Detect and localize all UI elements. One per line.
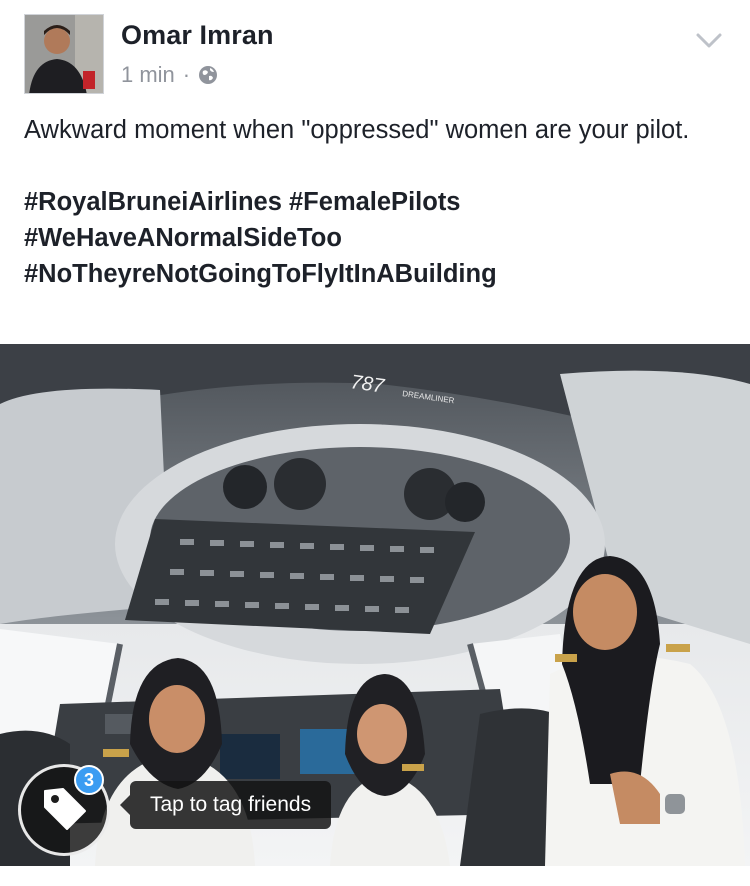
tag-tooltip[interactable]: Tap to tag friends [119, 781, 332, 829]
post-message: Awkward moment when "oppressed" women ar… [24, 116, 690, 144]
post-text: Awkward moment when "oppressed" women ar… [24, 112, 724, 292]
post-header: Omar Imran 1 min · [0, 0, 750, 104]
post-time[interactable]: 1 min [121, 62, 175, 88]
post-meta: 1 min · [121, 62, 218, 88]
post-photo[interactable]: 787 DREAMLINER [0, 344, 750, 866]
meta-separator: · [182, 62, 191, 87]
hashtag-line[interactable]: #NoTheyreNotGoingToFlyItInABuilding [24, 256, 724, 292]
hashtag-line[interactable]: #WeHaveANormalSideToo [24, 220, 724, 256]
post-footer-spacer [0, 866, 750, 886]
hashtag-line[interactable]: #RoyalBruneiAirlines #FemalePilots [24, 184, 724, 220]
globe-icon [198, 65, 218, 85]
author-name[interactable]: Omar Imran [121, 20, 274, 51]
avatar[interactable] [24, 14, 104, 94]
chevron-down-icon[interactable] [694, 30, 724, 52]
tag-count-badge: 3 [74, 765, 104, 795]
